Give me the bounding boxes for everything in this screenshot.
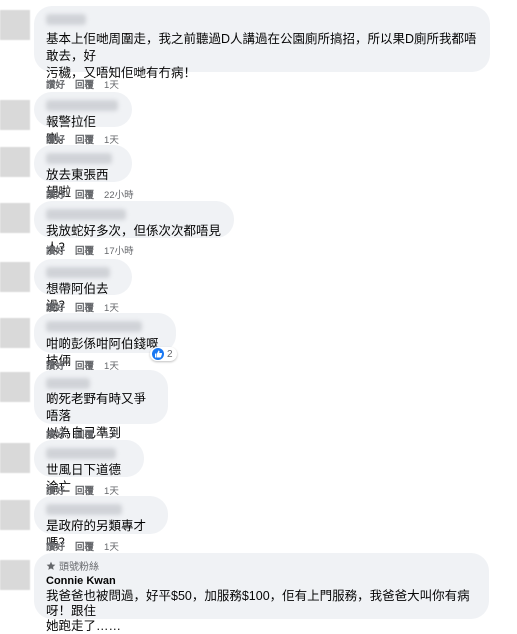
comment-actions: 讚好 回覆 1天 <box>46 77 119 91</box>
top-fan-icon <box>46 561 56 570</box>
comment-actions: 讚好 回覆 1天 <box>46 539 119 553</box>
blurred-author-name <box>46 209 126 220</box>
avatar[interactable] <box>0 262 30 292</box>
avatar[interactable] <box>0 147 30 177</box>
timestamp[interactable]: 1天 <box>104 77 119 91</box>
like-button[interactable]: 讚好 <box>46 187 65 201</box>
comment-actions: 讚好 回覆 17小時 <box>46 243 134 257</box>
comment-actions: 讚好 回覆 1天 <box>46 427 119 441</box>
comment-author[interactable]: Connie Kwan <box>46 575 477 587</box>
comment-text: 我爸爸也被問過，好平$50，加服務$100，佢有上門服務，我爸爸大叫你有病呀！跟… <box>46 589 470 633</box>
comment-bubble: 頭號粉絲 Connie Kwan 我爸爸也被問過，好平$50，加服務$100，佢… <box>34 553 489 633</box>
blurred-author-name <box>46 504 122 515</box>
avatar[interactable] <box>0 203 30 233</box>
blurred-author-name <box>46 448 116 459</box>
comment-bubble: 放去東張西望啦 <box>34 145 132 199</box>
avatar[interactable] <box>0 443 30 473</box>
reply-button[interactable]: 回覆 <box>75 300 94 314</box>
avatar[interactable] <box>0 10 30 40</box>
reply-button[interactable]: 回覆 <box>75 132 94 146</box>
reply-button[interactable]: 回覆 <box>75 187 94 201</box>
badge-label: 頭號粉絲 <box>59 562 99 573</box>
avatar[interactable] <box>0 500 30 530</box>
blurred-author-name <box>46 378 90 389</box>
comment-actions: 讚好 回覆 22小時 <box>46 187 134 201</box>
comment-actions: 讚好 回覆 1天 <box>46 483 119 497</box>
comment-bubble: 是政府的另類專才嗎？ <box>34 496 168 550</box>
timestamp[interactable]: 1天 <box>104 539 119 553</box>
comment-bubble: 基本上佢哋周圍走，我之前聽過D人講過在公園廁所搞招，所以果D廁所我都唔敢去，好 … <box>34 6 490 80</box>
avatar[interactable] <box>0 100 30 130</box>
comment-bubble: 我放蛇好多次，但係次次都唔見人？ <box>34 201 234 255</box>
like-button[interactable]: 讚好 <box>46 77 65 91</box>
like-button[interactable]: 讚好 <box>46 483 65 497</box>
reply-button[interactable]: 回覆 <box>75 483 94 497</box>
comment-bubble: 世風日下道德淪亡 <box>34 440 144 494</box>
comment-bubble: 報警拉佢喇。 <box>34 92 132 146</box>
blurred-author-name <box>46 321 142 332</box>
timestamp[interactable]: 1天 <box>104 300 119 314</box>
like-reaction-icon <box>152 348 164 360</box>
comment-text: 基本上佢哋周圍走，我之前聽過D人講過在公園廁所搞招，所以果D廁所我都唔敢去，好 … <box>46 32 477 80</box>
comment-actions: 讚好 回覆 1天 <box>46 132 119 146</box>
timestamp[interactable]: 1天 <box>104 483 119 497</box>
reply-button[interactable]: 回覆 <box>75 77 94 91</box>
blurred-author-name <box>46 100 118 111</box>
blurred-author-name <box>46 14 86 25</box>
reaction-count[interactable]: 2 <box>150 347 177 361</box>
like-button[interactable]: 讚好 <box>46 539 65 553</box>
reply-button[interactable]: 回覆 <box>75 539 94 553</box>
avatar[interactable] <box>0 372 30 402</box>
like-button[interactable]: 讚好 <box>46 132 65 146</box>
like-button[interactable]: 讚好 <box>46 300 65 314</box>
comment-bubble: 想帶阿伯去過？ <box>34 259 132 313</box>
reply-button[interactable]: 回覆 <box>75 427 94 441</box>
timestamp[interactable]: 1天 <box>104 132 119 146</box>
blurred-author-name <box>46 267 110 278</box>
comment-bubble: 啲死老野有時又爭唔落 以為自己準到 <box>34 370 168 440</box>
comment-actions: 讚好 回覆 1天 <box>46 300 119 314</box>
reply-button[interactable]: 回覆 <box>75 243 94 257</box>
timestamp[interactable]: 22小時 <box>104 187 134 201</box>
avatar[interactable] <box>0 560 30 590</box>
like-button[interactable]: 讚好 <box>46 243 65 257</box>
blurred-author-name <box>46 153 112 164</box>
timestamp[interactable]: 17小時 <box>104 243 134 257</box>
comment-thread: 基本上佢哋周圍走，我之前聽過D人講過在公園廁所搞招，所以果D廁所我都唔敢去，好 … <box>0 0 517 633</box>
like-button[interactable]: 讚好 <box>46 427 65 441</box>
top-fan-badge[interactable]: 頭號粉絲 <box>46 558 477 573</box>
reaction-number: 2 <box>167 348 173 360</box>
timestamp[interactable]: 1天 <box>104 427 119 441</box>
avatar[interactable] <box>0 318 30 348</box>
